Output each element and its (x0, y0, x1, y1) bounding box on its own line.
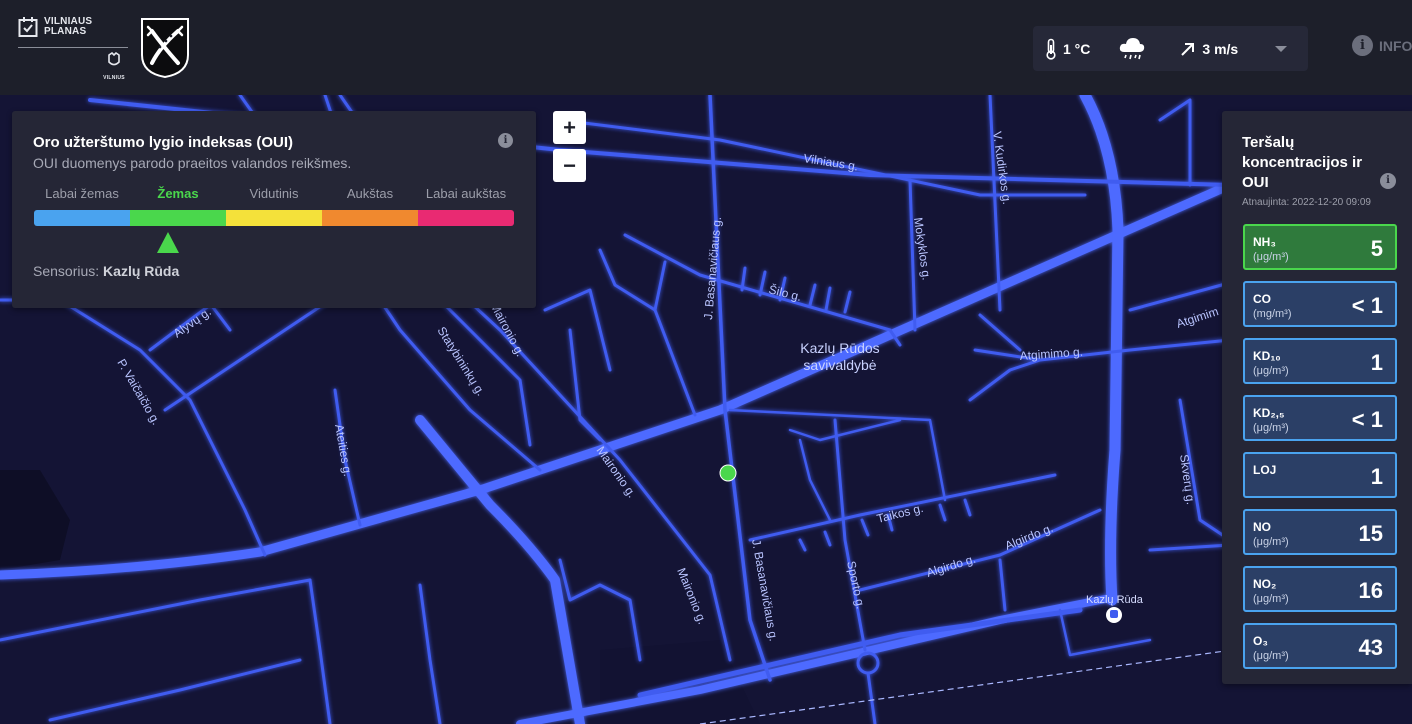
level-label-low: Žemas (157, 186, 199, 201)
oui-subtitle: OUI duomenys parodo praeitos valandos re… (33, 155, 352, 171)
pollutant-unit: (μg/m³) (1253, 422, 1289, 434)
sensor-marker[interactable] (719, 464, 737, 482)
oui-title: Oro užterštumo lygio indeksas (OUI) (33, 134, 294, 151)
pollutants-title: Teršalų koncentracijos ir OUI (1242, 134, 1363, 191)
pollutants-info-icon[interactable]: i (1380, 173, 1396, 189)
pollutant-value: 1 (1370, 350, 1383, 375)
scale-segment-medium (226, 210, 322, 226)
pollutant-value: < 1 (1351, 407, 1383, 432)
pollutant-unit: (μg/m³) (1253, 251, 1289, 263)
oui-panel: Oro užterštumo lygio indeksas (OUI) OUI … (12, 111, 536, 308)
info-link[interactable]: i INFO (1352, 35, 1412, 56)
pollutant-card-loj[interactable]: LOJ 1 (1243, 452, 1397, 498)
logo-divider (18, 47, 128, 48)
zoom-out-button[interactable]: − (553, 149, 586, 182)
label-municipality-2: savivaldybė (803, 357, 876, 373)
pollutant-name: KD₁₀ (1253, 349, 1281, 363)
pollutant-unit: (mg/m³) (1253, 308, 1292, 320)
pollutant-name: CO (1253, 292, 1271, 306)
pollutant-card-kd25[interactable]: KD₂,₅ (μg/m³) < 1 (1243, 395, 1397, 441)
pollutant-name: NO₂ (1253, 577, 1277, 591)
logo-city: VILNIUS (103, 75, 125, 81)
scale-segment-very-high (418, 210, 514, 226)
coat-of-arms-icon (141, 18, 189, 78)
oui-level-labels: Labai žemas Žemas Vidutinis Aukštas Laba… (34, 186, 514, 201)
temperature-display: 1 °C (1045, 38, 1090, 60)
temperature-value: 1 °C (1063, 40, 1091, 57)
pollutants-panel: Teršalų koncentracijos ir OUI i Atnaujin… (1222, 111, 1412, 684)
scale-segment-high (322, 210, 418, 226)
scale-segment-very-low (34, 210, 130, 226)
pollutant-card-nh3[interactable]: NH₃ (μg/m³) 5 (1243, 224, 1397, 270)
sensor-name: Kazlų Rūda (103, 263, 180, 279)
pollutant-value: 15 (1358, 521, 1383, 546)
weather-dropdown-toggle[interactable] (1274, 45, 1288, 53)
pollutant-value: 16 (1358, 578, 1383, 603)
train-station-icon[interactable] (1106, 607, 1122, 623)
weather-widget[interactable]: 1 °C 3 m/s (1033, 26, 1308, 71)
wind-value: 3 m/s (1202, 40, 1239, 57)
level-label-medium: Vidutinis (249, 186, 299, 201)
pollutant-card-co[interactable]: CO (mg/m³) < 1 (1243, 281, 1397, 327)
vilnius-logo: VILNIUS (98, 51, 130, 81)
pollutant-card-no2[interactable]: NO₂ (μg/m³) 16 (1243, 566, 1397, 612)
pollutant-card-o3[interactable]: O₃ (μg/m³) 43 (1243, 623, 1397, 669)
vilnius-crest-icon (108, 51, 120, 66)
info-label: INFO (1379, 37, 1412, 54)
app: VILNIAUS PLANAS VILNIUS 1 °C 3 m/s i INF… (0, 0, 1412, 724)
level-label-high: Aukštas (346, 186, 394, 201)
pollutant-name: NH₃ (1253, 235, 1276, 249)
arrow-up-right-icon (1181, 42, 1195, 56)
label-station: Kazlų Rūda (1086, 594, 1144, 606)
pollutant-name: NO (1253, 520, 1271, 534)
vilniaus-planas-logo[interactable]: VILNIAUS PLANAS VILNIUS (18, 16, 130, 81)
sensor-info: Sensorius: Kazlų Rūda (33, 263, 179, 279)
wind-display: 3 m/s (1180, 41, 1238, 57)
scale-segment-low (130, 210, 226, 226)
calendar-logo-icon (18, 17, 38, 37)
pollutant-name: KD₂,₅ (1253, 406, 1285, 420)
sensor-label: Sensorius: (33, 263, 100, 279)
updated-timestamp: Atnaujinta: 2022-12-20 09:09 (1242, 197, 1371, 208)
zoom-in-button[interactable]: + (553, 111, 586, 144)
level-label-very-high: Labai aukštas (425, 186, 507, 201)
header: VILNIAUS PLANAS VILNIUS 1 °C 3 m/s i INF… (0, 0, 1412, 95)
oui-info-icon[interactable]: i (498, 133, 513, 148)
oui-color-scale (34, 210, 514, 226)
thermometer-icon (1046, 38, 1056, 60)
info-icon: i (1352, 35, 1373, 56)
level-indicator-triangle (157, 232, 179, 253)
chevron-down-icon (1275, 45, 1288, 52)
pollutant-value: 5 (1370, 236, 1383, 261)
pollutant-unit: (μg/m³) (1253, 536, 1289, 548)
pollutant-unit: (μg/m³) (1253, 365, 1289, 377)
pollutant-card-no[interactable]: NO (μg/m³) 15 (1243, 509, 1397, 555)
level-label-very-low: Labai žemas (45, 186, 119, 201)
pollutant-list: NH₃ (μg/m³) 5 CO (mg/m³) < 1 KD₁₀ (μg/m³… (1243, 224, 1397, 680)
pollutant-name: O₃ (1253, 634, 1268, 648)
rain-cloud-icon (1120, 37, 1145, 59)
label-municipality-1: Kazlų Rūdos (800, 340, 879, 356)
pollutant-value: 1 (1370, 464, 1383, 489)
logo-text-line2: PLANAS (44, 26, 87, 37)
pollutant-card-kd10[interactable]: KD₁₀ (μg/m³) 1 (1243, 338, 1397, 384)
weather-condition (1118, 36, 1146, 62)
pollutant-value: 43 (1358, 635, 1383, 660)
pollutant-unit: (μg/m³) (1253, 650, 1289, 662)
pollutant-name: LOJ (1253, 463, 1277, 477)
pollutant-value: < 1 (1351, 293, 1383, 318)
pollutant-unit: (μg/m³) (1253, 593, 1289, 605)
